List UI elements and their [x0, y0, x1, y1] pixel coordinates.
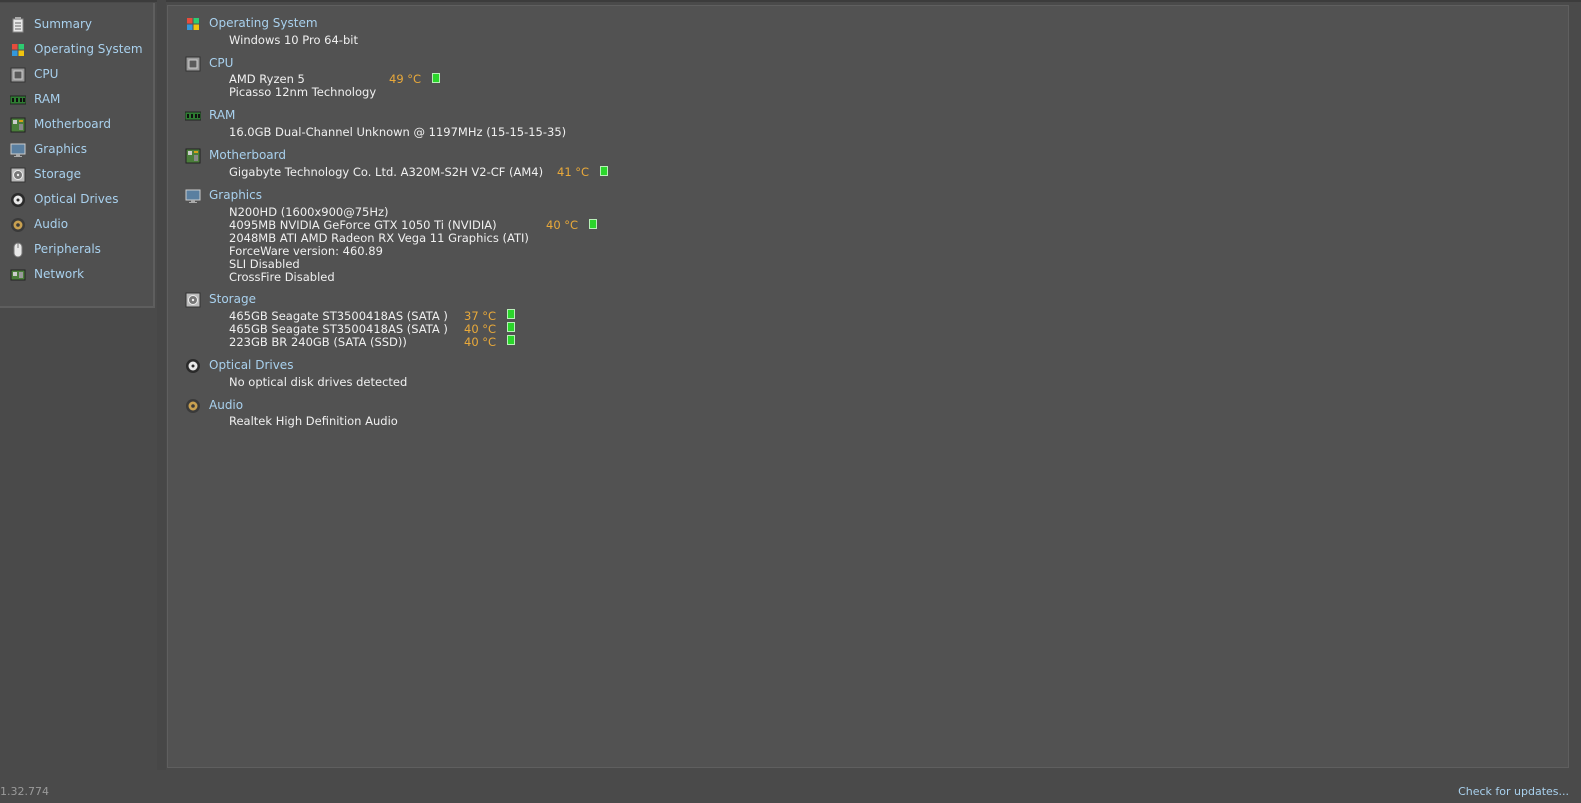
sidebar-item-network[interactable]: Network [0, 264, 155, 286]
speaker-icon [186, 399, 200, 413]
graphics-sli: SLI Disabled [229, 257, 300, 271]
sidebar-item-label: Audio [34, 217, 69, 231]
storage-drive-1: 465GB Seagate ST3500418AS (SATA ) [229, 309, 448, 323]
sidebar-item-graphics[interactable]: Graphics [0, 139, 155, 161]
sidebar-item-audio[interactable]: Audio [0, 214, 155, 236]
sidebar-item-operating-system[interactable]: Operating System [0, 39, 155, 61]
section-title-ram[interactable]: RAM [209, 108, 235, 122]
sidebar-item-label: Peripherals [34, 242, 101, 256]
audio-value: Realtek High Definition Audio [229, 414, 398, 428]
graphics-crossfire: CrossFire Disabled [229, 270, 335, 284]
hdd-icon [10, 167, 26, 183]
cpu-technology: Picasso 12nm Technology [229, 85, 377, 99]
ram-icon [10, 95, 26, 105]
cpu-icon [10, 67, 26, 83]
storage-drive-3: 223GB BR 240GB (SATA (SSD)) [229, 335, 407, 349]
sidebar-item-label: Network [34, 267, 85, 281]
windows-icon [12, 44, 24, 56]
storage-drive-1-temperature: 37 °C [464, 309, 497, 323]
section-title-audio[interactable]: Audio [209, 398, 243, 412]
splitter[interactable] [157, 0, 166, 770]
sidebar-item-label: Optical Drives [34, 192, 119, 206]
temperature-indicator-icon [507, 335, 515, 345]
temperature-indicator-icon [589, 219, 597, 229]
temperature-indicator-icon [432, 73, 440, 83]
temperature-indicator-icon [600, 166, 608, 176]
gpu-temperature: 40 °C [546, 218, 579, 232]
sidebar-item-optical-drives[interactable]: Optical Drives [0, 189, 155, 211]
cpu-temperature: 49 °C [389, 72, 422, 86]
motherboard-icon [10, 117, 26, 133]
ram-value: 16.0GB Dual-Channel Unknown @ 1197MHz (1… [229, 125, 567, 139]
section-title-optical[interactable]: Optical Drives [209, 358, 293, 372]
section-title-storage[interactable]: Storage [209, 292, 256, 306]
section-title-motherboard[interactable]: Motherboard [209, 148, 286, 162]
optical-value: No optical disk drives detected [229, 375, 408, 389]
sidebar-item-label: Motherboard [34, 117, 111, 131]
temperature-indicator-icon [507, 322, 515, 332]
top-border [0, 0, 1581, 2]
storage-drive-2: 465GB Seagate ST3500418AS (SATA ) [229, 322, 448, 336]
network-icon [10, 269, 26, 281]
graphics-forceware: ForceWare version: 460.89 [229, 244, 383, 258]
mouse-icon [13, 242, 23, 258]
cpu-model: AMD Ryzen 5 [229, 72, 305, 86]
monitor-icon [10, 143, 26, 157]
motherboard-temperature: 41 °C [557, 165, 590, 179]
hdd-icon [185, 292, 201, 308]
section-title-os[interactable]: Operating System [209, 16, 318, 30]
sidebar-item-ram[interactable]: RAM [0, 89, 155, 111]
summary-icon [12, 17, 24, 33]
graphics-gpu-nvidia: 4095MB NVIDIA GeForce GTX 1050 Ti (NVIDI… [229, 218, 497, 232]
sidebar-item-label: Graphics [34, 142, 87, 156]
sidebar-item-label: Storage [34, 167, 81, 181]
storage-drive-2-temperature: 40 °C [464, 322, 497, 336]
speaker-icon [11, 218, 25, 232]
sidebar-item-cpu[interactable]: CPU [0, 64, 155, 86]
sidebar-item-storage[interactable]: Storage [0, 164, 155, 186]
sidebar-item-label: CPU [34, 67, 59, 81]
cpu-icon [185, 56, 201, 72]
ram-icon [185, 111, 201, 121]
disc-icon [11, 193, 25, 207]
monitor-icon [185, 189, 201, 203]
motherboard-icon [185, 148, 201, 164]
check-updates-link[interactable]: Check for updates... [1458, 785, 1569, 798]
sidebar-item-motherboard[interactable]: Motherboard [0, 114, 155, 136]
sidebar-item-label: Summary [34, 17, 92, 31]
sidebar-item-peripherals[interactable]: Peripherals [0, 239, 155, 261]
sidebar-item-summary[interactable]: Summary [0, 14, 155, 36]
disc-icon [186, 359, 200, 373]
section-title-cpu[interactable]: CPU [209, 56, 233, 70]
sidebar: Summary Operating System CPU RAM Motherb… [0, 3, 155, 308]
temperature-indicator-icon [507, 309, 515, 319]
motherboard-value: Gigabyte Technology Co. Ltd. A320M-S2H V… [229, 165, 544, 179]
storage-drive-3-temperature: 40 °C [464, 335, 497, 349]
sidebar-item-label: Operating System [34, 42, 143, 56]
sidebar-item-label: RAM [34, 92, 61, 106]
section-title-graphics[interactable]: Graphics [209, 188, 262, 202]
graphics-gpu-ati: 2048MB ATI AMD Radeon RX Vega 11 Graphic… [229, 231, 529, 245]
os-value: Windows 10 Pro 64-bit [229, 33, 358, 47]
graphics-monitor: N200HD (1600x900@75Hz) [229, 205, 389, 219]
windows-icon [187, 18, 199, 30]
version-label: 1.32.774 [0, 785, 49, 798]
